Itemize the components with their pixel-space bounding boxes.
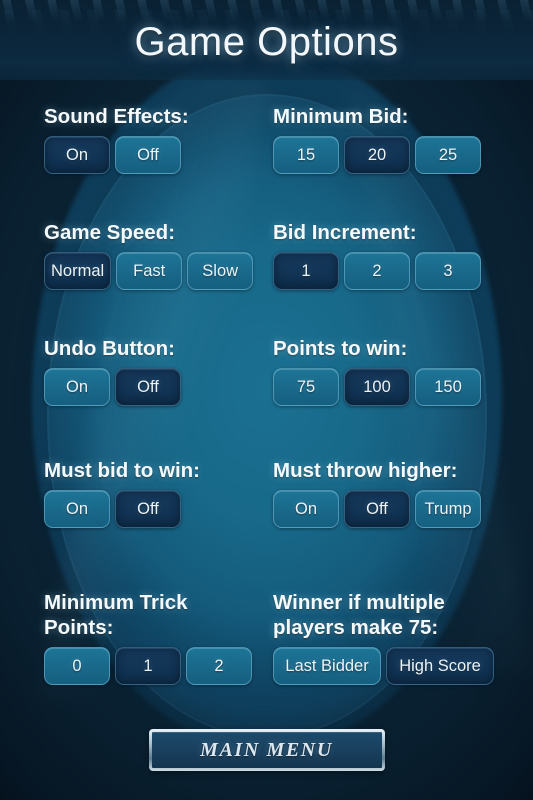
option-group-must-throw-higher: Must throw higher: On Off Trump xyxy=(273,458,481,528)
option-choice-must-throw-higher-2[interactable]: Trump xyxy=(415,490,481,528)
option-choice-points-to-win-0[interactable]: 75 xyxy=(273,368,339,406)
option-choice-minimum-bid-2[interactable]: 25 xyxy=(415,136,481,174)
main-menu-button-label: MAIN MENU xyxy=(200,738,333,761)
option-choice-bid-increment-1[interactable]: 2 xyxy=(344,252,410,290)
option-choices-undo-button: On Off xyxy=(44,368,181,406)
option-group-sound-effects: Sound Effects: On Off xyxy=(44,104,189,174)
option-choice-minimum-trick-points-0[interactable]: 0 xyxy=(44,647,110,685)
option-group-game-speed: Game Speed: Normal Fast Slow xyxy=(44,220,254,290)
option-choice-bid-increment-2[interactable]: 3 xyxy=(415,252,481,290)
option-group-undo-button: Undo Button: On Off xyxy=(44,336,181,406)
main-menu-button[interactable]: MAIN MENU xyxy=(149,729,385,771)
option-group-minimum-trick-points: Minimum Trick Points: 0 1 2 xyxy=(44,590,252,685)
option-choice-must-throw-higher-0[interactable]: On xyxy=(273,490,339,528)
option-choice-minimum-trick-points-1[interactable]: 1 xyxy=(115,647,181,685)
option-choices-must-bid-to-win: On Off xyxy=(44,490,200,528)
option-label-bid-increment: Bid Increment: xyxy=(273,221,417,244)
option-choice-winner-if-multiple-1[interactable]: High Score xyxy=(386,647,494,685)
option-choices-bid-increment: 123 xyxy=(273,252,481,290)
option-choice-must-bid-to-win-1[interactable]: Off xyxy=(115,490,181,528)
option-choices-points-to-win: 75 100 150 xyxy=(273,368,481,406)
option-choice-game-speed-0[interactable]: Normal xyxy=(44,252,112,290)
option-choice-undo-button-1[interactable]: Off xyxy=(115,368,181,406)
option-choices-minimum-trick-points: 012 xyxy=(44,647,252,685)
option-group-minimum-bid: Minimum Bid: 15 20 25 xyxy=(273,104,481,174)
option-label-game-speed: Game Speed: xyxy=(44,221,176,244)
option-group-winner-if-multiple: Winner if multiple players make 75: Last … xyxy=(273,590,494,685)
option-choice-points-to-win-1[interactable]: 100 xyxy=(344,368,410,406)
option-label-minimum-bid: Minimum Bid: xyxy=(273,105,409,128)
option-label-minimum-trick-points: Minimum Trick Points: xyxy=(44,591,188,639)
option-choice-points-to-win-2[interactable]: 150 xyxy=(415,368,481,406)
option-choice-minimum-bid-1[interactable]: 20 xyxy=(344,136,410,174)
option-label-points-to-win: Points to win: xyxy=(273,337,408,360)
option-choice-minimum-bid-0[interactable]: 15 xyxy=(273,136,339,174)
main-menu-button-wrap: MAIN MENU xyxy=(149,729,385,771)
option-choice-bid-increment-0[interactable]: 1 xyxy=(273,252,339,290)
option-choice-minimum-trick-points-2[interactable]: 2 xyxy=(186,647,252,685)
option-group-bid-increment: Bid Increment: 1 2 3 xyxy=(273,220,481,290)
option-choice-must-bid-to-win-0[interactable]: On xyxy=(44,490,110,528)
option-choices-minimum-bid: 15 20 25 xyxy=(273,136,481,174)
option-choice-undo-button-0[interactable]: On xyxy=(44,368,110,406)
option-label-winner-if-multiple: Winner if multiple players make 75: xyxy=(273,591,445,639)
option-label-undo-button: Undo Button: xyxy=(44,337,175,360)
option-choice-winner-if-multiple-0[interactable]: Last Bidder xyxy=(273,647,381,685)
option-label-must-bid-to-win: Must bid to win: xyxy=(44,459,200,482)
game-options-screen: Game Options Sound Effects: On Off Minimum … xyxy=(0,0,533,800)
option-choice-must-throw-higher-1[interactable]: Off xyxy=(344,490,410,528)
option-label-sound-effects: Sound Effects: xyxy=(44,105,189,128)
option-choices-sound-effects: On Off xyxy=(44,136,189,174)
option-choice-game-speed-1[interactable]: Fast xyxy=(116,252,183,290)
option-choices-winner-if-multiple: Last Bidder High Score xyxy=(273,647,494,685)
page-title: Game Options xyxy=(134,20,399,64)
option-choice-game-speed-2[interactable]: Slow xyxy=(187,252,254,290)
option-choice-sound-effects-1[interactable]: Off xyxy=(115,136,181,174)
option-choices-must-throw-higher: On Off Trump xyxy=(273,490,481,528)
header-bar: Game Options xyxy=(0,0,533,80)
option-choices-game-speed: Normal Fast Slow xyxy=(44,252,254,290)
option-label-must-throw-higher: Must throw higher: xyxy=(273,459,458,482)
option-choice-sound-effects-0[interactable]: On xyxy=(44,136,110,174)
option-group-must-bid-to-win: Must bid to win: On Off xyxy=(44,458,200,528)
option-group-points-to-win: Points to win: 75 100 150 xyxy=(273,336,481,406)
